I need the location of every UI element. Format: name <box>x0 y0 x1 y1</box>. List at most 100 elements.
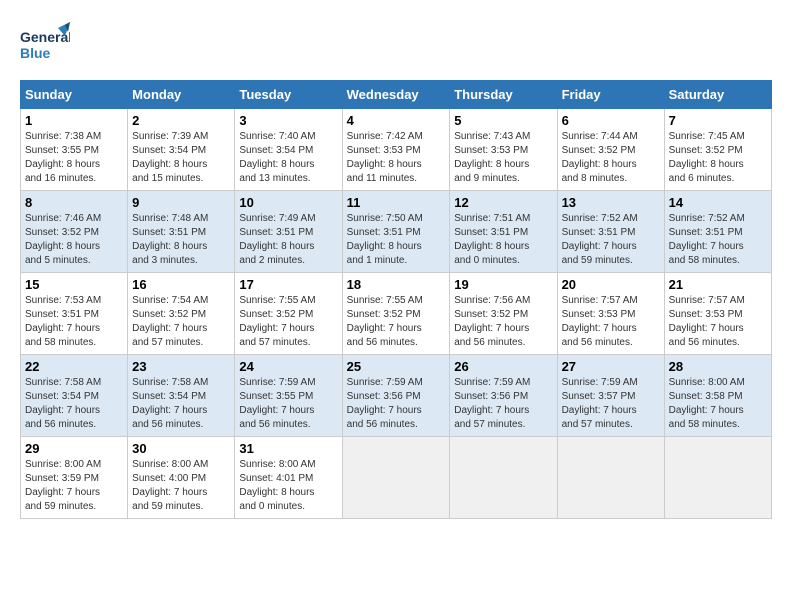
day-info: Sunrise: 7:50 AM Sunset: 3:51 PM Dayligh… <box>347 212 446 268</box>
calendar-cell: 30Sunrise: 8:00 AM Sunset: 4:00 PM Dayli… <box>128 437 235 519</box>
header-cell-friday: Friday <box>557 81 664 109</box>
day-info: Sunrise: 7:51 AM Sunset: 3:51 PM Dayligh… <box>454 212 552 268</box>
day-number: 8 <box>25 195 123 210</box>
day-info: Sunrise: 8:00 AM Sunset: 3:58 PM Dayligh… <box>669 376 767 432</box>
calendar-cell: 17Sunrise: 7:55 AM Sunset: 3:52 PM Dayli… <box>235 273 342 355</box>
day-number: 26 <box>454 359 552 374</box>
day-number: 15 <box>25 277 123 292</box>
day-info: Sunrise: 7:45 AM Sunset: 3:52 PM Dayligh… <box>669 130 767 186</box>
day-number: 9 <box>132 195 230 210</box>
calendar-cell: 10Sunrise: 7:49 AM Sunset: 3:51 PM Dayli… <box>235 191 342 273</box>
day-number: 23 <box>132 359 230 374</box>
day-number: 7 <box>669 113 767 128</box>
day-number: 30 <box>132 441 230 456</box>
calendar-week-3: 15 Sunrise: 7:53 AM Sunset: 3:51 PM Dayli… <box>21 273 772 355</box>
header-row: SundayMondayTuesdayWednesdayThursdayFrid… <box>21 81 772 109</box>
calendar-cell: 2 Sunrise: 7:39 AM Sunset: 3:54 PM Daylig… <box>128 109 235 191</box>
day-info: Sunrise: 7:57 AM Sunset: 3:53 PM Dayligh… <box>669 294 767 350</box>
calendar-cell: 4 Sunrise: 7:42 AM Sunset: 3:53 PM Daylig… <box>342 109 450 191</box>
calendar-cell: 28Sunrise: 8:00 AM Sunset: 3:58 PM Dayli… <box>664 355 771 437</box>
calendar-cell: 29 Sunrise: 8:00 AM Sunset: 3:59 PM Dayli… <box>21 437 128 519</box>
day-number: 27 <box>562 359 660 374</box>
day-number: 10 <box>239 195 337 210</box>
calendar-cell: 8 Sunrise: 7:46 AM Sunset: 3:52 PM Daylig… <box>21 191 128 273</box>
day-number: 1 <box>25 113 123 128</box>
day-info: Sunrise: 7:59 AM Sunset: 3:56 PM Dayligh… <box>347 376 446 432</box>
calendar-cell: 16 Sunrise: 7:54 AM Sunset: 3:52 PM Dayli… <box>128 273 235 355</box>
calendar-cell <box>450 437 557 519</box>
day-info: Sunrise: 7:59 AM Sunset: 3:57 PM Dayligh… <box>562 376 660 432</box>
day-number: 12 <box>454 195 552 210</box>
calendar-body: 1Sunrise: 7:38 AM Sunset: 3:55 PM Daylig… <box>21 109 772 519</box>
day-info: Sunrise: 7:39 AM Sunset: 3:54 PM Dayligh… <box>132 130 230 186</box>
calendar-week-4: 22 Sunrise: 7:58 AM Sunset: 3:54 PM Dayli… <box>21 355 772 437</box>
day-number: 14 <box>669 195 767 210</box>
day-info: Sunrise: 7:52 AM Sunset: 3:51 PM Dayligh… <box>562 212 660 268</box>
calendar-cell: 13Sunrise: 7:52 AM Sunset: 3:51 PM Dayli… <box>557 191 664 273</box>
day-info: Sunrise: 7:55 AM Sunset: 3:52 PM Dayligh… <box>347 294 446 350</box>
day-info: Sunrise: 7:59 AM Sunset: 3:56 PM Dayligh… <box>454 376 552 432</box>
day-number: 16 <box>132 277 230 292</box>
day-info: Sunrise: 7:42 AM Sunset: 3:53 PM Dayligh… <box>347 130 446 186</box>
day-number: 22 <box>25 359 123 374</box>
calendar-cell: 31 Sunrise: 8:00 AM Sunset: 4:01 PM Dayli… <box>235 437 342 519</box>
day-number: 5 <box>454 113 552 128</box>
header-cell-thursday: Thursday <box>450 81 557 109</box>
calendar-week-2: 8 Sunrise: 7:46 AM Sunset: 3:52 PM Daylig… <box>21 191 772 273</box>
calendar-cell: 24 Sunrise: 7:59 AM Sunset: 3:55 PM Dayli… <box>235 355 342 437</box>
day-number: 2 <box>132 113 230 128</box>
logo: General Blue <box>20 20 70 70</box>
day-number: 29 <box>25 441 123 456</box>
calendar-cell: 14 Sunrise: 7:52 AM Sunset: 3:51 PM Dayli… <box>664 191 771 273</box>
day-number: 18 <box>347 277 446 292</box>
day-info: Sunrise: 7:59 AM Sunset: 3:55 PM Dayligh… <box>239 376 337 432</box>
header-cell-wednesday: Wednesday <box>342 81 450 109</box>
day-number: 4 <box>347 113 446 128</box>
day-number: 24 <box>239 359 337 374</box>
calendar-cell: 25Sunrise: 7:59 AM Sunset: 3:56 PM Dayli… <box>342 355 450 437</box>
day-info: Sunrise: 7:40 AM Sunset: 3:54 PM Dayligh… <box>239 130 337 186</box>
calendar-cell: 3 Sunrise: 7:40 AM Sunset: 3:54 PM Daylig… <box>235 109 342 191</box>
day-number: 19 <box>454 277 552 292</box>
page-container: General Blue SundayMondayTuesdayWednesda… <box>20 20 772 519</box>
calendar-cell: 5Sunrise: 7:43 AM Sunset: 3:53 PM Daylig… <box>450 109 557 191</box>
day-info: Sunrise: 7:52 AM Sunset: 3:51 PM Dayligh… <box>669 212 767 268</box>
calendar-cell: 7 Sunrise: 7:45 AM Sunset: 3:52 PM Daylig… <box>664 109 771 191</box>
header-cell-sunday: Sunday <box>21 81 128 109</box>
calendar-cell: 26 Sunrise: 7:59 AM Sunset: 3:56 PM Dayli… <box>450 355 557 437</box>
calendar-cell: 22 Sunrise: 7:58 AM Sunset: 3:54 PM Dayli… <box>21 355 128 437</box>
calendar-cell <box>342 437 450 519</box>
calendar-cell: 19 Sunrise: 7:56 AM Sunset: 3:52 PM Dayli… <box>450 273 557 355</box>
day-number: 31 <box>239 441 337 456</box>
day-info: Sunrise: 7:58 AM Sunset: 3:54 PM Dayligh… <box>25 376 123 432</box>
calendar-header: SundayMondayTuesdayWednesdayThursdayFrid… <box>21 81 772 109</box>
calendar-cell: 18 Sunrise: 7:55 AM Sunset: 3:52 PM Dayli… <box>342 273 450 355</box>
day-number: 11 <box>347 195 446 210</box>
calendar-cell <box>557 437 664 519</box>
day-number: 6 <box>562 113 660 128</box>
day-info: Sunrise: 7:53 AM Sunset: 3:51 PM Dayligh… <box>25 294 123 350</box>
calendar-cell: 21Sunrise: 7:57 AM Sunset: 3:53 PM Dayli… <box>664 273 771 355</box>
calendar-week-5: 29 Sunrise: 8:00 AM Sunset: 3:59 PM Dayli… <box>21 437 772 519</box>
day-info: Sunrise: 7:48 AM Sunset: 3:51 PM Dayligh… <box>132 212 230 268</box>
day-info: Sunrise: 8:00 AM Sunset: 4:01 PM Dayligh… <box>239 458 337 514</box>
day-info: Sunrise: 7:57 AM Sunset: 3:53 PM Dayligh… <box>562 294 660 350</box>
calendar-cell: 27 Sunrise: 7:59 AM Sunset: 3:57 PM Dayli… <box>557 355 664 437</box>
day-number: 3 <box>239 113 337 128</box>
calendar-week-1: 1Sunrise: 7:38 AM Sunset: 3:55 PM Daylig… <box>21 109 772 191</box>
calendar-cell: 11 Sunrise: 7:50 AM Sunset: 3:51 PM Dayli… <box>342 191 450 273</box>
header-cell-saturday: Saturday <box>664 81 771 109</box>
day-info: Sunrise: 7:44 AM Sunset: 3:52 PM Dayligh… <box>562 130 660 186</box>
day-info: Sunrise: 7:54 AM Sunset: 3:52 PM Dayligh… <box>132 294 230 350</box>
day-info: Sunrise: 7:56 AM Sunset: 3:52 PM Dayligh… <box>454 294 552 350</box>
calendar-cell: 1Sunrise: 7:38 AM Sunset: 3:55 PM Daylig… <box>21 109 128 191</box>
calendar-cell: 12 Sunrise: 7:51 AM Sunset: 3:51 PM Dayli… <box>450 191 557 273</box>
calendar-cell: 23Sunrise: 7:58 AM Sunset: 3:54 PM Dayli… <box>128 355 235 437</box>
calendar-cell <box>664 437 771 519</box>
logo-icon: General Blue <box>20 20 70 70</box>
day-info: Sunrise: 7:46 AM Sunset: 3:52 PM Dayligh… <box>25 212 123 268</box>
day-info: Sunrise: 8:00 AM Sunset: 3:59 PM Dayligh… <box>25 458 123 514</box>
calendar-cell: 15 Sunrise: 7:53 AM Sunset: 3:51 PM Dayli… <box>21 273 128 355</box>
header: General Blue <box>20 20 772 70</box>
calendar-cell: 9 Sunrise: 7:48 AM Sunset: 3:51 PM Daylig… <box>128 191 235 273</box>
